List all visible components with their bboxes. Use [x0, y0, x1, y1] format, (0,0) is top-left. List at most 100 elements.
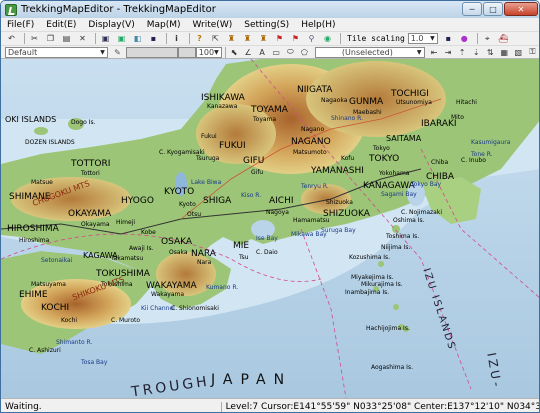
- gps-icon[interactable]: ⌖: [481, 33, 494, 44]
- tile-scaling-value: 1.0: [410, 34, 424, 43]
- map-label: NARA: [191, 249, 216, 259]
- sea-label: C. Daio: [256, 249, 278, 256]
- status-info: Level:7 Cursor:E141°55'59" N033°25'08" C…: [220, 401, 539, 412]
- save-icon[interactable]: ▪: [147, 33, 160, 44]
- menu-help[interactable]: Help(H): [301, 20, 335, 30]
- style-edit-icon[interactable]: ✎: [112, 47, 123, 58]
- map-label: FUKUI: [219, 141, 246, 151]
- city-label: Shizuoka: [326, 199, 353, 206]
- ship-icon[interactable]: ⛴: [497, 33, 510, 44]
- map-label: SHIGA: [203, 196, 232, 206]
- map-label: WAKAYAMA: [146, 281, 197, 291]
- polygon-icon[interactable]: ⬠: [299, 47, 310, 58]
- sea-label: Lake Biwa: [191, 179, 222, 186]
- menu-map[interactable]: Map(M): [147, 20, 181, 30]
- city-label: Tokyo: [373, 145, 390, 152]
- paste-icon[interactable]: ▤: [60, 33, 73, 44]
- city-label: Kochi: [61, 317, 78, 324]
- arrow-up-icon[interactable]: ⇡: [457, 47, 468, 58]
- sea-label: Tenryu R.: [301, 183, 329, 190]
- menu-display[interactable]: Display(V): [88, 20, 134, 30]
- sea-label: Kozushima Is.: [349, 254, 391, 261]
- toolbar-separator: [476, 33, 478, 44]
- zoom-select[interactable]: 100 ▼: [195, 46, 222, 58]
- city-label: Kanazawa: [207, 103, 238, 110]
- cursor-icon[interactable]: ⇱: [209, 33, 222, 44]
- menu-write[interactable]: Write(W): [193, 20, 233, 30]
- ellipse-icon[interactable]: ⬭: [285, 47, 296, 58]
- waypoint-icon[interactable]: ♜: [225, 33, 238, 44]
- status-bar: Waiting. Level:7 Cursor:E141°55'59" N033…: [1, 398, 539, 412]
- print-icon[interactable]: ▣: [99, 33, 112, 44]
- sea-label: Tokyo Bay: [411, 181, 442, 188]
- minimize-button[interactable]: ─: [462, 2, 482, 16]
- track-icon[interactable]: ♜: [241, 33, 254, 44]
- align-right-icon[interactable]: ⇥: [443, 47, 454, 58]
- sea-label: Hachijojima Is.: [366, 325, 410, 332]
- tile-scaling-select[interactable]: 1.0 ▼: [407, 33, 438, 44]
- arrow-down-icon[interactable]: ⇣: [471, 47, 482, 58]
- export-icon[interactable]: ▪: [442, 33, 455, 44]
- flag-icon[interactable]: ⚑: [273, 33, 286, 44]
- close-button[interactable]: ✕: [504, 2, 538, 16]
- status-message: Waiting.: [5, 401, 42, 412]
- main-toolbar: ↶ ✂ ❐ ▤ ✕ ▣ ▣ ◧ ▪ i ? ⇱ ♜ ♜ ♜ ⚑ ⚑ ⚲ ◉ Ti…: [1, 31, 539, 45]
- style-select[interactable]: Default ▼: [5, 46, 108, 58]
- city-label: Utsunomiya: [396, 99, 432, 106]
- title-bar[interactable]: TrekkingMapEditor - TrekkingMapEditor ─ …: [1, 1, 539, 18]
- route-icon[interactable]: ♜: [257, 33, 270, 44]
- zoom-icon[interactable]: ◉: [321, 33, 334, 44]
- undo-icon[interactable]: ↶: [5, 33, 18, 44]
- city-label: Matsuyama: [31, 281, 66, 288]
- sea-label: OKI ISLANDS: [5, 115, 57, 124]
- map-label: SAITAMA: [386, 134, 422, 143]
- cut-icon[interactable]: ✂: [28, 33, 41, 44]
- map-label: YAMANASHI: [311, 166, 364, 176]
- layer-icon[interactable]: ⚑: [289, 33, 302, 44]
- chevron-down-icon: ▼: [430, 35, 435, 42]
- help-icon[interactable]: ?: [193, 33, 206, 44]
- toolbar-separator: [189, 33, 190, 44]
- sea-label: C. Muroto: [111, 317, 141, 324]
- sea-label: TROUGH: [130, 373, 211, 398]
- selection-select[interactable]: (Unselected) ▼: [314, 46, 425, 58]
- drawing-toolbar: Default ▼ ✎ 100 ▼ ⬉ ∠ A ▭ ⬭ ⬠ (Unselecte…: [1, 45, 539, 59]
- color-swatch[interactable]: [177, 46, 196, 58]
- map-icon[interactable]: ◧: [131, 33, 144, 44]
- menu-setting[interactable]: Setting(S): [244, 20, 289, 30]
- city-label: Kofu: [341, 155, 355, 162]
- pointer-icon[interactable]: ⬉: [229, 47, 240, 58]
- rectangle-icon[interactable]: ▭: [271, 47, 282, 58]
- city-label: Tsuruga: [196, 155, 220, 162]
- city-label: Hiroshima: [19, 237, 50, 244]
- sea-label: DOZEN ISLANDS: [25, 139, 75, 146]
- city-label: Nara: [197, 259, 212, 266]
- city-label: Nagaoka: [321, 97, 348, 104]
- purple-circle-icon[interactable]: ●: [458, 33, 471, 44]
- color-select[interactable]: [125, 46, 178, 58]
- sea-label: JAPAN: [211, 372, 293, 388]
- city-label: Tsu: [239, 254, 249, 261]
- info-icon[interactable]: i: [170, 33, 183, 44]
- map-label: ISHIKAWA: [201, 93, 245, 103]
- lock-icon[interactable]: ⚿: [527, 47, 538, 58]
- map-label: KOCHI: [41, 303, 70, 313]
- zoom-value: 100: [198, 47, 215, 57]
- chevron-down-icon: ▼: [416, 48, 422, 56]
- ungroup-icon[interactable]: ▧: [513, 47, 524, 58]
- map-canvas[interactable]: ISHIKAWA TOYAMA NIIGATA GUNMA TOCHIGI IB…: [1, 59, 539, 398]
- copy-icon[interactable]: ❐: [44, 33, 57, 44]
- map-label: KANAGAWA: [363, 181, 415, 191]
- delete-icon[interactable]: ✕: [76, 33, 89, 44]
- arrange-icon[interactable]: ⇅: [485, 47, 496, 58]
- group-icon[interactable]: ▦: [499, 47, 510, 58]
- preview-icon[interactable]: ▣: [115, 33, 128, 44]
- menu-file[interactable]: File(F): [7, 20, 34, 30]
- maximize-button[interactable]: □: [483, 2, 503, 16]
- align-left-icon[interactable]: ⇤: [429, 47, 440, 58]
- search-icon[interactable]: ⚲: [305, 33, 318, 44]
- text-icon[interactable]: A: [257, 47, 268, 58]
- city-label: Okayama: [81, 221, 110, 228]
- line-icon[interactable]: ∠: [243, 47, 254, 58]
- menu-edit[interactable]: Edit(E): [46, 20, 76, 30]
